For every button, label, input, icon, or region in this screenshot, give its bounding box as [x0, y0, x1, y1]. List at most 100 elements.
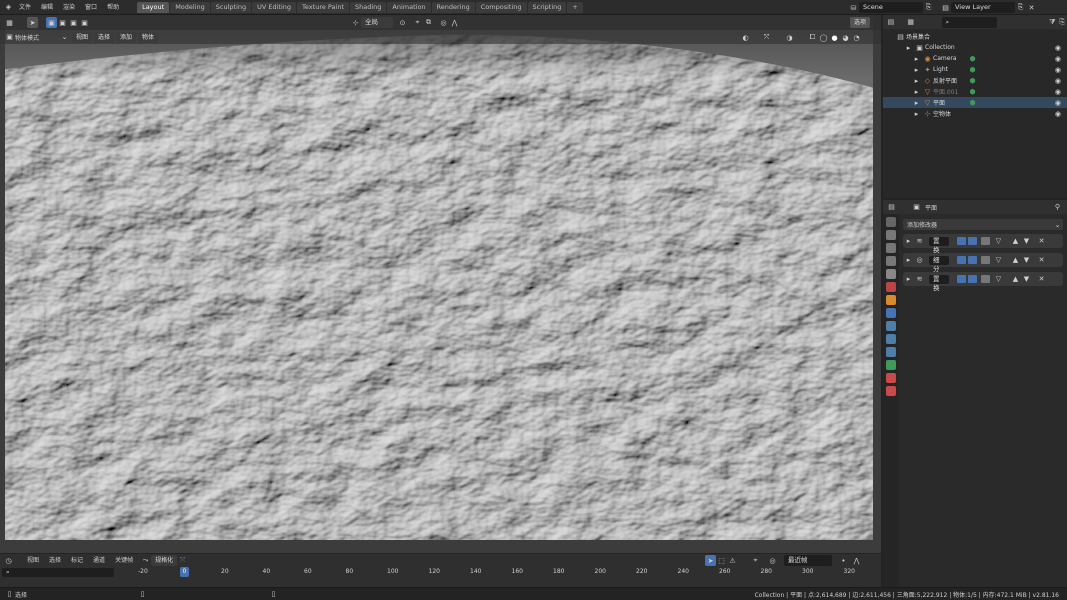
snap-icon[interactable]: ⌖ [750, 555, 761, 566]
render-toggle-icon[interactable] [957, 256, 966, 264]
visibility-eye-icon[interactable]: ◉ [1055, 66, 1061, 74]
physics-tab-icon[interactable] [886, 334, 896, 344]
options-dropdown[interactable]: 选项 [850, 17, 871, 28]
move-up-icon[interactable]: ▲ [1010, 274, 1021, 285]
menu-2[interactable]: 渲染 [58, 0, 80, 15]
workspace-tab-9[interactable]: Scripting [527, 1, 567, 13]
cage-icon[interactable]: ▽ [993, 274, 1004, 285]
render-toggle-icon[interactable] [957, 237, 966, 245]
outliner-item[interactable]: ▸ ▽ 平面.001 ⬢ ◉ [883, 86, 1067, 97]
data-tab-icon[interactable] [886, 360, 896, 370]
viewport-menu-2[interactable]: 添加 [116, 31, 137, 43]
expand-arrow-icon[interactable]: ▸ [911, 108, 922, 119]
timeline-scrubber[interactable]: ⌕ -20 0 20 40 60 80 100 120 140 160 180 200 220 240 26… [0, 567, 881, 577]
object-mode-icon[interactable]: ▣ [4, 32, 15, 43]
editmode-toggle-icon[interactable] [981, 237, 990, 245]
scene-tab-icon[interactable] [886, 269, 896, 279]
view-layer-field[interactable]: View Layer [951, 2, 1015, 13]
snap-icon[interactable]: ⌖ [412, 17, 423, 28]
object-data-icon[interactable]: ⬢ [967, 97, 978, 108]
filter-icon[interactable]: ⧩ [1047, 17, 1057, 28]
viewport-toggle-icon[interactable] [968, 237, 977, 245]
scene-icon[interactable]: ⛁ [848, 2, 859, 13]
transform-orientation-dropdown[interactable]: 全局 [361, 17, 393, 28]
menu-0[interactable]: 文件 [14, 0, 36, 15]
view-layer-tab-icon[interactable] [886, 256, 896, 266]
move-down-icon[interactable]: ▼ [1021, 236, 1032, 247]
render-tab-icon[interactable] [886, 230, 896, 240]
render-toggle-icon[interactable] [957, 275, 966, 283]
rendered-shading-icon[interactable]: ◔ [851, 32, 862, 43]
tool-tab-icon[interactable] [886, 217, 896, 227]
object-data-icon[interactable]: ⬢ [967, 75, 978, 86]
move-down-icon[interactable]: ▼ [1021, 255, 1032, 266]
overlay-icon[interactable]: ◑ [784, 32, 795, 43]
outliner-item[interactable]: ▸ ▣ Collection ◉ [883, 42, 1067, 53]
select-tool-icon[interactable]: ➤ [27, 17, 38, 28]
visibility-eye-icon[interactable]: ◉ [1055, 55, 1061, 63]
visibility-eye-icon[interactable]: ◉ [1055, 99, 1061, 107]
visibility-icon[interactable]: ◐ [740, 32, 751, 43]
particles-tab-icon[interactable] [886, 321, 896, 331]
timeline-editor-icon[interactable]: ◷ [3, 555, 14, 566]
timeline-menu-2[interactable]: 标记 [66, 554, 88, 567]
timeline-menu-4[interactable]: 关键帧 [110, 554, 138, 567]
outliner-editor-icon[interactable]: ▤ [886, 17, 896, 28]
mode-dropdown[interactable]: 物体模式 [15, 33, 59, 42]
select-tool-icon[interactable]: ➤ [705, 555, 716, 566]
modifier-name-field[interactable]: 置换 [929, 274, 949, 292]
remove-modifier-icon[interactable]: ✕ [1036, 236, 1047, 247]
interpolation-icon[interactable]: ⤳ [140, 555, 151, 566]
remove-modifier-icon[interactable]: ✕ [1036, 255, 1047, 266]
viewport-toggle-icon[interactable] [968, 275, 977, 283]
move-down-icon[interactable]: ▼ [1021, 274, 1032, 285]
visibility-eye-icon[interactable]: ◉ [1055, 88, 1061, 96]
view-layer-icon[interactable]: ▤ [940, 2, 951, 13]
modifier-name-field[interactable]: 细分 [929, 255, 949, 273]
xray-icon[interactable]: ⧠ [807, 32, 818, 43]
gizmo-icon[interactable]: ⤧ [761, 32, 772, 43]
display-mode-icon[interactable]: ▦ [906, 17, 916, 28]
texture-tab-icon[interactable] [886, 386, 896, 396]
material-shading-icon[interactable]: ◕ [840, 32, 851, 43]
workspace-tab-6[interactable]: Animation [387, 1, 431, 13]
world-tab-icon[interactable] [886, 282, 896, 292]
falloff-icon[interactable]: ⋀ [449, 17, 460, 28]
pivot-icon[interactable]: ⊙ [397, 17, 408, 28]
select-subtract-icon[interactable]: ▣ [68, 17, 79, 28]
object-data-icon[interactable]: ⬢ [967, 86, 978, 97]
select-invert-icon[interactable]: ▣ [79, 17, 90, 28]
outliner-item[interactable]: ▸ ⊹ 空物体 ◉ [883, 108, 1067, 119]
viewport-menu-0[interactable]: 视图 [72, 31, 93, 43]
new-collection-icon[interactable]: ⎘ [1057, 17, 1067, 28]
outliner-item[interactable]: ▸ ✦ Light ⬢ ◉ [883, 64, 1067, 75]
move-up-icon[interactable]: ▲ [1010, 255, 1021, 266]
object-data-icon[interactable]: ⬢ [967, 64, 978, 75]
solid-shading-icon[interactable]: ● [829, 32, 840, 43]
modifier-tab-icon[interactable] [886, 308, 896, 318]
expand-arrow-icon[interactable]: ▸ [911, 53, 922, 64]
remove-modifier-icon[interactable]: ✕ [1036, 274, 1047, 285]
pin-icon[interactable]: ⚲ [1052, 202, 1063, 213]
snap-mode-dropdown[interactable]: 最近帧 [784, 555, 832, 566]
orientation-icon[interactable]: ⊹ [350, 17, 361, 28]
select-extend-icon[interactable]: ▣ [57, 17, 68, 28]
modifier-panel[interactable]: ▸ ≋ 置换 ▽ ▲ ▼ ✕ [903, 234, 1063, 254]
outliner-item[interactable]: ▸ ◇ 反射平面 ⬢ ◉ [883, 75, 1067, 86]
editor-type-icon[interactable]: ▦ [4, 17, 15, 28]
timeline-menu-1[interactable]: 选择 [44, 554, 66, 567]
object-tab-icon[interactable] [886, 295, 896, 305]
blender-logo-icon[interactable]: ◈ [3, 2, 14, 13]
viewport-menu-3[interactable]: 物体 [138, 31, 159, 43]
expand-arrow-icon[interactable]: ▸ [911, 97, 922, 108]
visibility-eye-icon[interactable]: ◉ [1055, 77, 1061, 85]
modifier-panel[interactable]: ▸ ≋ 置换 ▽ ▲ ▼ ✕ [903, 272, 1063, 292]
workspace-tab-2[interactable]: Sculpting [210, 1, 252, 13]
add-workspace-button[interactable]: + [567, 1, 583, 13]
timeline-menu-3[interactable]: 通道 [88, 554, 110, 567]
timeline-search-input[interactable]: ⌕ [2, 567, 114, 577]
expand-arrow-icon[interactable]: ▸ [911, 64, 922, 75]
properties-editor-icon[interactable]: ▤ [886, 202, 897, 213]
workspace-tab-3[interactable]: UV Editing [252, 1, 297, 13]
output-tab-icon[interactable] [886, 243, 896, 253]
